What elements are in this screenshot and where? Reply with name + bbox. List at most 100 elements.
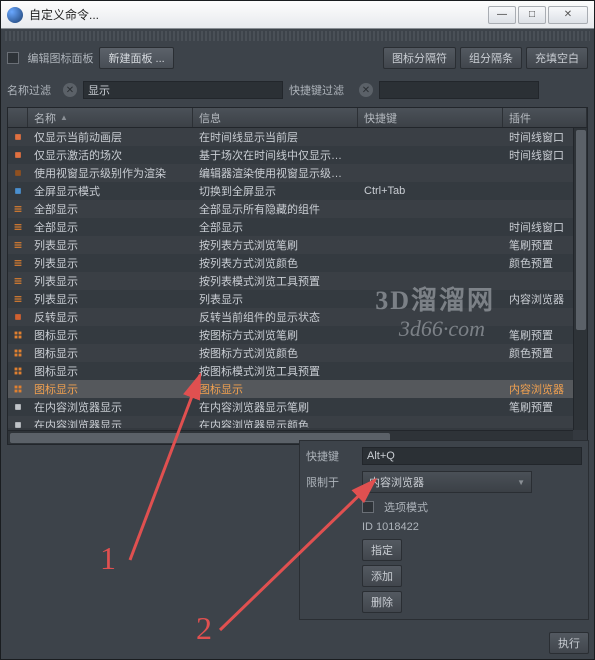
clear-shortcut-filter-icon[interactable]: ✕ <box>359 83 373 97</box>
shortcut-input[interactable] <box>362 447 582 465</box>
shortcut-panel: 快捷键 限制于 内容浏览器 ▼ 选项模式 ID 1018422 指定 <box>299 440 589 620</box>
table-row[interactable]: 图标显示图标显示 内容浏览器 <box>8 380 587 398</box>
row-name: 在内容浏览器显示 <box>28 399 193 415</box>
close-button[interactable]: ✕ <box>548 6 588 24</box>
table-row[interactable]: 使用视窗显示级别作为渲染编辑器渲染使用视窗显示级别作 <box>8 164 587 182</box>
row-shortcut: Ctrl+Tab <box>358 185 503 197</box>
col-icon[interactable] <box>8 108 28 127</box>
row-icon <box>8 364 28 378</box>
row-name: 列表显示 <box>28 255 193 271</box>
table-row[interactable]: 图标显示按图标方式浏览颜色颜色预置 <box>8 344 587 362</box>
table-row[interactable]: 全部显示全部显示时间线窗口 <box>8 218 587 236</box>
table-row[interactable]: 列表显示按列表方式浏览颜色颜色预置 <box>8 254 587 272</box>
col-shortcut[interactable]: 快捷键 <box>358 108 503 127</box>
delete-button[interactable]: 删除 <box>362 591 402 613</box>
row-icon <box>8 238 28 252</box>
row-info: 在内容浏览器显示颜色 <box>193 417 358 428</box>
row-name: 全屏显示模式 <box>28 183 193 199</box>
row-icon <box>8 148 28 162</box>
table-row[interactable]: 在内容浏览器显示在内容浏览器显示笔刷笔刷预置 <box>8 398 587 416</box>
row-info: 图标显示 <box>193 381 358 397</box>
row-plugin: 内容浏览器 <box>503 381 583 397</box>
row-info: 切换到全屏显示 <box>193 183 358 199</box>
table-row[interactable]: 图标显示按图标模式浏览工具预置 <box>8 362 587 380</box>
row-name: 图标显示 <box>28 381 193 397</box>
row-plugin: 内容浏览器 <box>503 291 583 307</box>
table-row[interactable]: 仅显示当前动画层在时间线显示当前层 时间线窗口 <box>8 128 587 146</box>
table-row[interactable]: 列表显示按列表模式浏览工具预置 <box>8 272 587 290</box>
table-row[interactable]: 在内容浏览器显示在内容浏览器显示颜色 <box>8 416 587 428</box>
group-separator-button[interactable]: 组分隔条 <box>460 47 522 69</box>
row-info: 编辑器渲染使用视窗显示级别作 <box>193 165 358 181</box>
row-info: 按图标方式浏览笔刷 <box>193 327 358 343</box>
row-info: 反转当前组件的显示状态 <box>193 309 358 325</box>
name-filter-label: 名称过滤 <box>7 82 57 98</box>
window-buttons: — □ ✕ <box>488 6 588 24</box>
row-info: 按列表模式浏览工具预置 <box>193 273 358 289</box>
titlebar[interactable]: 自定义命令... — □ ✕ <box>1 1 594 29</box>
assign-button[interactable]: 指定 <box>362 539 402 561</box>
col-info[interactable]: 信息 <box>193 108 358 127</box>
chevron-down-icon: ▼ <box>517 478 525 487</box>
app-icon <box>7 7 23 23</box>
new-panel-button[interactable]: 新建面板 ... <box>99 47 173 69</box>
table-body[interactable]: 仅显示当前动画层在时间线显示当前层时间线窗口仅显示激活的场次基于场次在时间线中仅… <box>8 128 587 428</box>
table-header: 名称▲ 信息 快捷键 插件 <box>8 108 587 128</box>
fill-blank-button[interactable]: 充填空白 <box>526 47 588 69</box>
clear-name-filter-icon[interactable]: ✕ <box>63 83 77 97</box>
row-icon <box>8 292 28 306</box>
row-info: 在内容浏览器显示笔刷 <box>193 399 358 415</box>
row-plugin: 时间线窗口 <box>503 129 583 145</box>
row-info: 在时间线显示当前层 <box>193 129 358 145</box>
minimize-button[interactable]: — <box>488 6 516 24</box>
edit-icon-board-label: 编辑图标面板 <box>27 53 93 65</box>
row-info: 基于场次在时间线中仅显示激活 <box>193 147 358 163</box>
filter-bar: 名称过滤 ✕ 快捷键过滤 ✕ <box>1 77 594 103</box>
row-name: 列表显示 <box>28 273 193 289</box>
table-row[interactable]: 反转显示反转当前组件的显示状态 <box>8 308 587 326</box>
row-icon <box>8 310 28 324</box>
row-plugin: 时间线窗口 <box>503 219 583 235</box>
row-icon <box>8 220 28 234</box>
row-plugin: 时间线窗口 <box>503 147 583 163</box>
table-row[interactable]: 全部显示全部显示所有隐藏的组件 <box>8 200 587 218</box>
add-button[interactable]: 添加 <box>362 565 402 587</box>
row-name: 列表显示 <box>28 237 193 253</box>
table-row[interactable]: 仅显示激活的场次基于场次在时间线中仅显示激活时间线窗口 <box>8 146 587 164</box>
row-plugin: 笔刷预置 <box>503 327 583 343</box>
row-icon <box>8 400 28 414</box>
option-mode-checkbox[interactable] <box>362 501 374 513</box>
scrollbar-thumb[interactable] <box>576 130 586 330</box>
restrict-value: 内容浏览器 <box>369 474 424 490</box>
edit-icon-board-toggle[interactable]: 编辑图标面板 <box>7 49 93 67</box>
row-name: 仅显示当前动画层 <box>28 129 193 145</box>
checkbox-icon <box>7 52 19 64</box>
row-icon <box>8 274 28 288</box>
row-plugin: 颜色预置 <box>503 345 583 361</box>
table-row[interactable]: 列表显示列表显示内容浏览器 <box>8 290 587 308</box>
name-filter-input[interactable] <box>83 81 283 99</box>
maximize-button[interactable]: □ <box>518 6 546 24</box>
toolbar: 编辑图标面板 新建面板 ... 图标分隔符 组分隔条 充填空白 <box>1 43 594 73</box>
col-plugin[interactable]: 插件 <box>503 108 587 127</box>
col-name[interactable]: 名称▲ <box>28 108 193 127</box>
row-icon <box>8 328 28 342</box>
icon-separator-button[interactable]: 图标分隔符 <box>383 47 456 69</box>
table-row[interactable]: 全屏显示模式切换到全屏显示Ctrl+Tab <box>8 182 587 200</box>
row-info: 按列表方式浏览笔刷 <box>193 237 358 253</box>
row-icon <box>8 130 28 144</box>
drag-handle[interactable] <box>5 31 590 41</box>
restrict-select[interactable]: 内容浏览器 ▼ <box>362 471 532 493</box>
row-info: 全部显示所有隐藏的组件 <box>193 201 358 217</box>
table-row[interactable]: 图标显示按图标方式浏览笔刷笔刷预置 <box>8 326 587 344</box>
vertical-scrollbar[interactable] <box>573 128 587 430</box>
row-icon <box>8 256 28 270</box>
row-info: 按列表方式浏览颜色 <box>193 255 358 271</box>
row-icon <box>8 202 28 216</box>
window-title: 自定义命令... <box>29 6 488 23</box>
row-name: 在内容浏览器显示 <box>28 417 193 428</box>
table-row[interactable]: 列表显示按列表方式浏览笔刷笔刷预置 <box>8 236 587 254</box>
shortcut-filter-input[interactable] <box>379 81 539 99</box>
execute-button[interactable]: 执行 <box>549 632 589 654</box>
row-info: 按图标模式浏览工具预置 <box>193 363 358 379</box>
